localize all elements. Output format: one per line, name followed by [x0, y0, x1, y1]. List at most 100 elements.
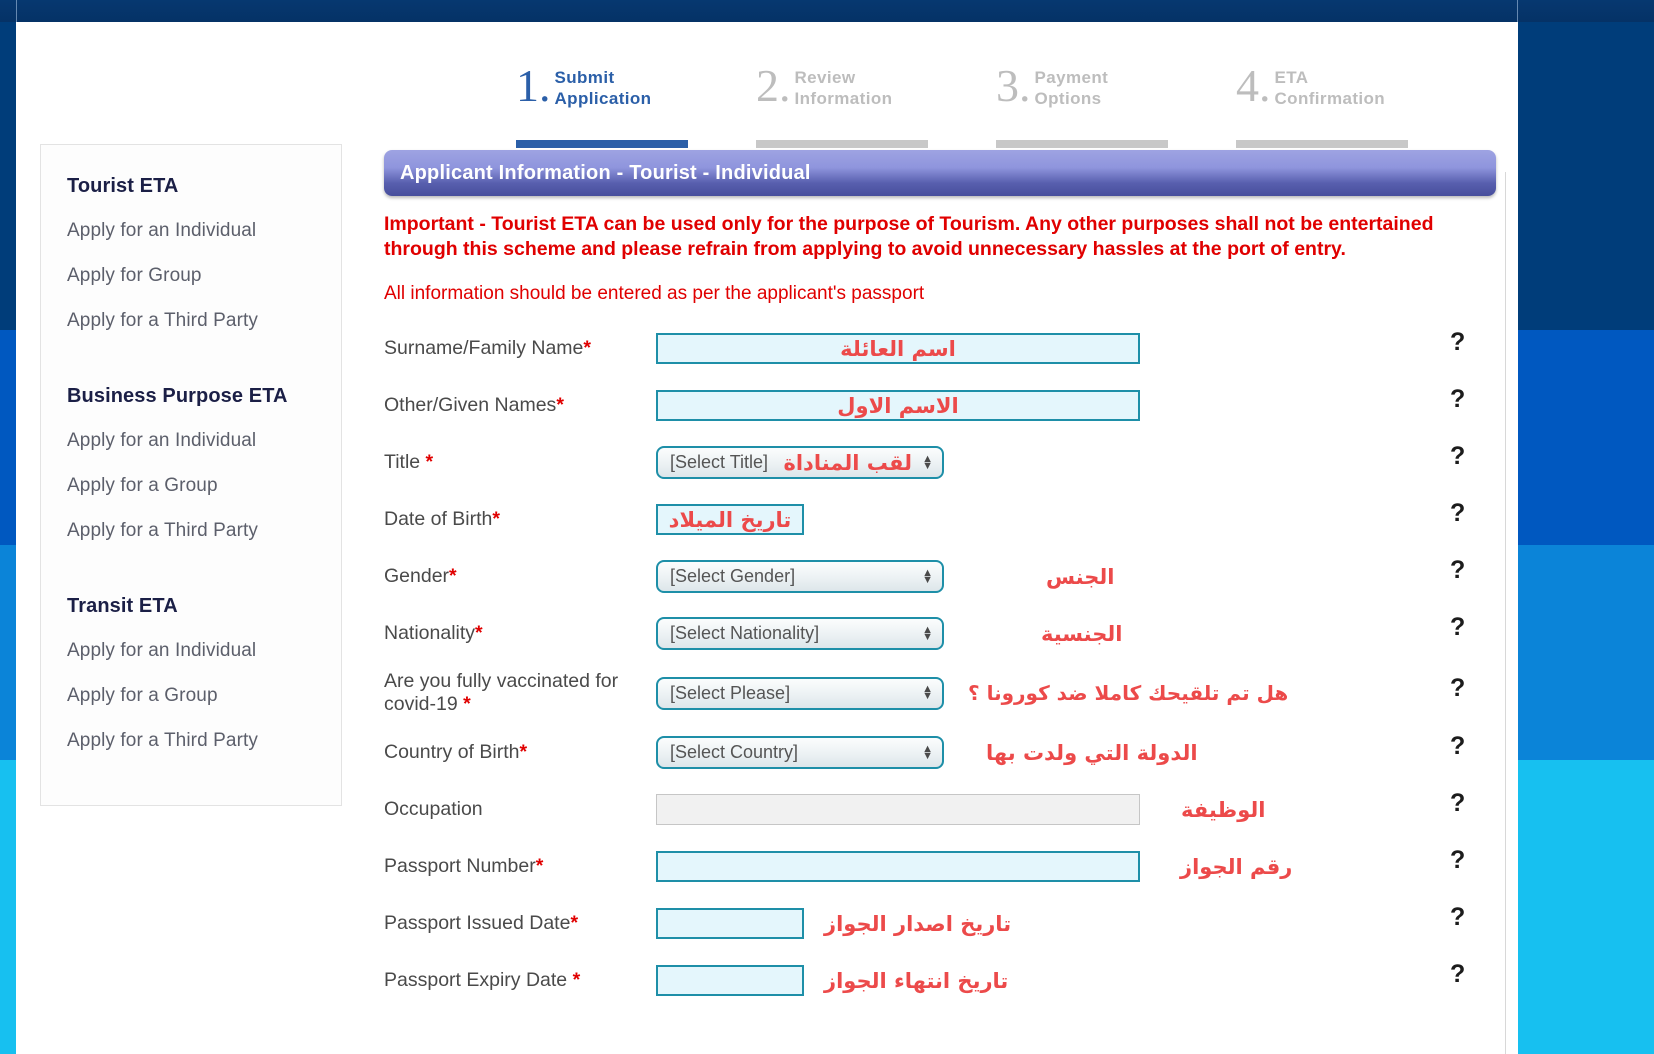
- help-icon-title[interactable]: ?: [1450, 444, 1465, 469]
- title-selected-value: [Select Title]: [670, 452, 769, 472]
- step-label-line1: ETA: [1274, 68, 1309, 87]
- required-asterisk: *: [475, 622, 483, 644]
- step-label-line2: Information: [794, 89, 893, 108]
- progress-steps: 1. Submit Application 2. Review Informat…: [516, 60, 1476, 148]
- step-submit-application[interactable]: 1. Submit Application: [516, 63, 756, 148]
- help-icon-vaccinated[interactable]: ?: [1450, 676, 1465, 701]
- sidebar-item-tourist-individual[interactable]: Apply for an Individual: [67, 220, 341, 242]
- required-asterisk: *: [449, 565, 457, 587]
- step-underline: [996, 140, 1168, 148]
- help-icon-dob[interactable]: ?: [1450, 501, 1465, 526]
- sidebar-item-business-third-party[interactable]: Apply for a Third Party: [67, 520, 341, 542]
- step-review-information[interactable]: 2. Review Information: [756, 60, 996, 148]
- step-eta-confirmation[interactable]: 4. ETA Confirmation: [1236, 60, 1476, 148]
- panel-title-bar: Applicant Information - Tourist - Indivi…: [384, 150, 1496, 196]
- form-row-country-of-birth: Country of Birth* [Select Country] ▲ ▼ ال…: [384, 724, 1496, 781]
- form-row-passport-expiry-date: Passport Expiry Date * تاريخ انتهاء الجو…: [384, 952, 1496, 1009]
- required-asterisk: *: [519, 741, 528, 763]
- country-of-birth-select[interactable]: [Select Country] ▲ ▼: [656, 736, 944, 769]
- required-asterisk: *: [583, 337, 591, 359]
- sidebar-item-transit-third-party[interactable]: Apply for a Third Party: [67, 730, 341, 752]
- passport-number-control: رقم الجواز: [656, 851, 1292, 882]
- form-row-nationality: Nationality* [Select Nationality] ▲ ▼ الج…: [384, 605, 1496, 662]
- nationality-control: [Select Nationality] ▲ ▼ الجنسية: [656, 617, 1122, 650]
- applicant-form-panel: Applicant Information - Tourist - Indivi…: [384, 150, 1496, 1009]
- right-desktop-bands: [1518, 0, 1654, 1054]
- step-number: 4.: [1236, 60, 1271, 111]
- label-nationality: Nationality*: [384, 622, 483, 644]
- label-title: Title *: [384, 451, 434, 473]
- band-lightblue: [1518, 545, 1654, 760]
- band-blue: [1518, 330, 1654, 545]
- sidebar-item-tourist-third-party[interactable]: Apply for a Third Party: [67, 310, 341, 332]
- passport-expiry-date-control: تاريخ انتهاء الجواز: [656, 965, 1008, 996]
- chevron-updown-icon: ▲ ▼: [922, 452, 933, 472]
- page-canvas: 1. Submit Application 2. Review Informat…: [16, 22, 1518, 1054]
- page-title: Applicant Information - Tourist - Indivi…: [400, 161, 811, 184]
- form-row-passport-number: Passport Number* رقم الجواز ?: [384, 838, 1496, 895]
- title-select[interactable]: [Select Title] ▲ ▼: [656, 446, 944, 479]
- sidebar-item-transit-group[interactable]: Apply for a Group: [67, 685, 341, 707]
- help-icon-gender[interactable]: ?: [1450, 558, 1465, 583]
- help-icon-passport-issued-date[interactable]: ?: [1450, 905, 1465, 930]
- chevron-updown-icon: ▲ ▼: [922, 742, 933, 762]
- sidebar-nav: Tourist ETA Apply for an Individual Appl…: [40, 144, 342, 806]
- chrome-divider-right: [1517, 0, 1518, 22]
- label-country-of-birth: Country of Birth*: [384, 741, 528, 763]
- sidebar-item-tourist-group[interactable]: Apply for Group: [67, 265, 341, 287]
- label-vaccinated: Are you fully vaccinated for covid-19 *: [384, 670, 619, 715]
- help-icon-passport-number[interactable]: ?: [1450, 848, 1465, 873]
- arabic-hint-country-of-birth: الدولة التي ولدت بها: [986, 740, 1198, 765]
- country-of-birth-control: [Select Country] ▲ ▼ الدولة التي ولدت بها: [656, 736, 1198, 769]
- sidebar-item-business-group[interactable]: Apply for a Group: [67, 475, 341, 497]
- applicant-form: Surname/Family Name* اسم العائلة ? Other…: [384, 320, 1496, 1009]
- form-row-passport-issued-date: Passport Issued Date* تاريخ اصدار الجواز…: [384, 895, 1496, 952]
- form-row-gender: Gender* [Select Gender] ▲ ▼ الجنس ?: [384, 548, 1496, 605]
- help-icon-surname[interactable]: ?: [1450, 330, 1465, 355]
- passport-issued-date-control: تاريخ اصدار الجواز: [656, 908, 1011, 939]
- vaccinated-selected-value: [Select Please]: [670, 682, 791, 703]
- help-icon-occupation[interactable]: ?: [1450, 791, 1465, 816]
- required-asterisk: *: [463, 693, 471, 715]
- given-names-input[interactable]: [656, 390, 1140, 421]
- nationality-select[interactable]: [Select Nationality] ▲ ▼: [656, 617, 944, 650]
- help-icon-nationality[interactable]: ?: [1450, 615, 1465, 640]
- band-navy: [1518, 0, 1654, 330]
- step-payment-options[interactable]: 3. Payment Options: [996, 63, 1236, 148]
- surname-control: اسم العائلة: [656, 333, 1140, 364]
- sidebar-item-business-individual[interactable]: Apply for an Individual: [67, 430, 341, 452]
- passport-instruction: All information should be entered as per…: [384, 283, 925, 304]
- form-row-vaccinated: Are you fully vaccinated for covid-19 * …: [384, 662, 1496, 724]
- arabic-hint-passport-expiry-date: تاريخ انتهاء الجواز: [824, 968, 1009, 993]
- required-asterisk: *: [425, 451, 434, 473]
- chevron-updown-icon: ▲ ▼: [922, 683, 933, 702]
- passport-expiry-date-input[interactable]: [656, 965, 804, 996]
- label-given-names: Other/Given Names*: [384, 394, 564, 416]
- help-icon-country-of-birth[interactable]: ?: [1450, 734, 1465, 759]
- step-underline: [1236, 140, 1408, 148]
- dob-input[interactable]: [656, 504, 804, 535]
- label-surname: Surname/Family Name*: [384, 337, 591, 359]
- band-blue: [0, 330, 16, 545]
- surname-input[interactable]: [656, 333, 1140, 364]
- required-asterisk: *: [492, 508, 500, 530]
- passport-number-input[interactable]: [656, 851, 1140, 882]
- band-navy: [0, 0, 16, 330]
- help-icon-passport-expiry-date[interactable]: ?: [1450, 962, 1465, 987]
- occupation-input[interactable]: [656, 794, 1140, 825]
- passport-issued-date-input[interactable]: [656, 908, 804, 939]
- step-number: 2.: [756, 60, 791, 111]
- label-gender: Gender*: [384, 565, 457, 587]
- content-right-rule: [1505, 172, 1506, 1054]
- arabic-hint-passport-issued-date: تاريخ اصدار الجواز: [824, 911, 1012, 936]
- chevron-updown-icon: ▲ ▼: [922, 623, 933, 643]
- label-passport-number: Passport Number*: [384, 855, 544, 877]
- form-row-given-names: Other/Given Names* الاسم الاول ?: [384, 377, 1496, 434]
- sidebar-item-transit-individual[interactable]: Apply for an Individual: [67, 640, 341, 662]
- gender-select[interactable]: [Select Gender] ▲ ▼: [656, 560, 944, 593]
- vaccinated-select[interactable]: [Select Please] ▲ ▼: [656, 676, 944, 710]
- form-row-title: Title * [Select Title] ▲ ▼ لقب المناداة ?: [384, 434, 1496, 491]
- help-icon-given-names[interactable]: ?: [1450, 387, 1465, 412]
